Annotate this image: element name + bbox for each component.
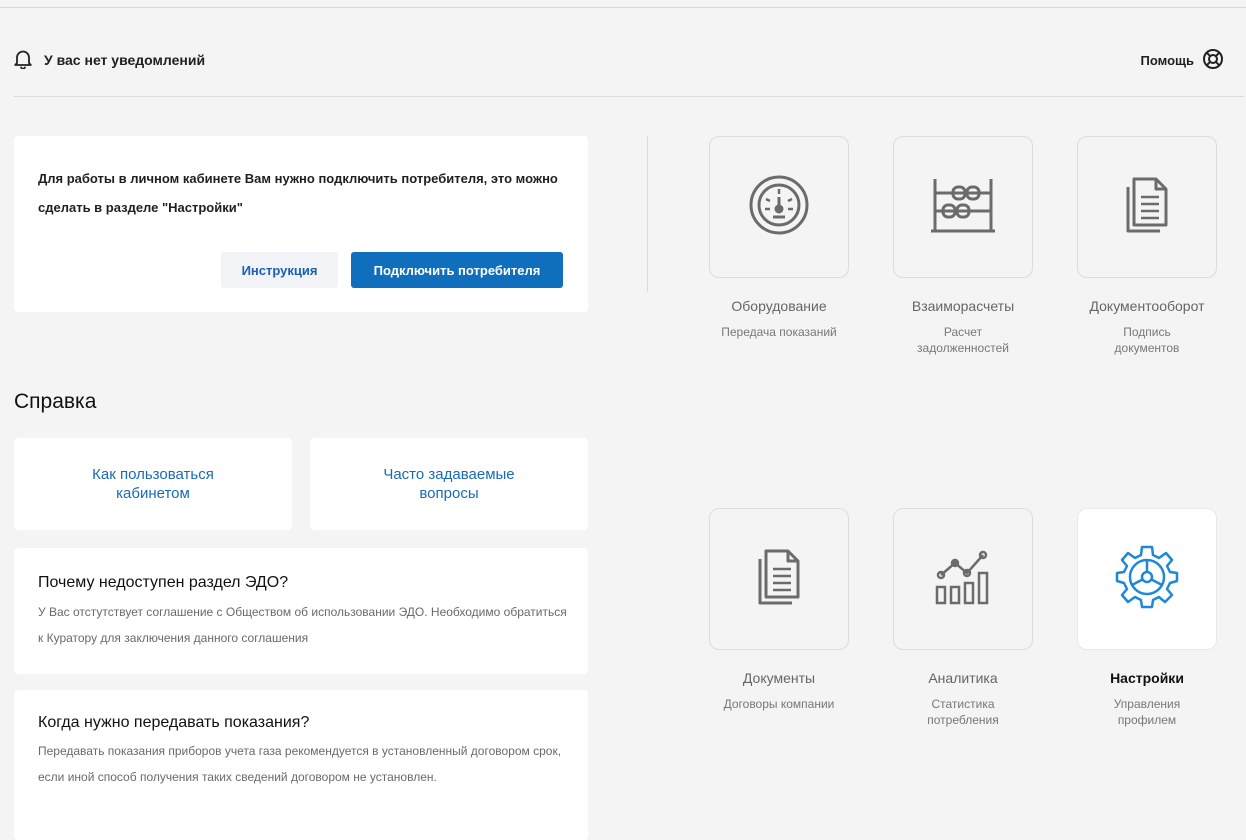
help-link[interactable]: Помощь	[1141, 48, 1234, 73]
how-to-use-link[interactable]: Как пользоваться кабинетом	[14, 438, 292, 530]
faq-link[interactable]: Часто задаваемые вопросы	[310, 438, 588, 530]
tile-icon-box	[1077, 508, 1217, 650]
instruction-button[interactable]: Инструкция	[221, 252, 338, 288]
documents-icon	[754, 547, 804, 612]
tile-icon-box	[709, 508, 849, 650]
documents-icon	[1122, 175, 1172, 240]
tile-icon-box	[1077, 136, 1217, 278]
analytics-icon	[931, 547, 995, 612]
lifebuoy-icon	[1202, 48, 1224, 73]
notifications-text: У вас нет уведомлений	[44, 52, 206, 68]
faq-answer: У Вас отстутствует соглашение с Общество…	[38, 605, 567, 645]
header-divider	[14, 96, 1244, 97]
tile-icon-box	[893, 136, 1033, 278]
faq-card: Когда нужно передавать показания? Переда…	[14, 690, 588, 840]
tile-subtitle: Договоры компании	[723, 697, 835, 711]
tile-title: Документы	[742, 670, 816, 686]
top-border	[0, 0, 1246, 8]
notice-text: Для работы в личном кабинете Вам нужно п…	[38, 171, 558, 215]
tile-title: Взаиморасчеты	[911, 298, 1015, 314]
tile-title: Оборудование	[731, 298, 827, 314]
tile-settings[interactable]: Настройки Управления профилем	[1076, 508, 1218, 728]
tile-subtitle: Передача показаний	[721, 325, 837, 339]
notifications[interactable]: У вас нет уведомлений	[14, 49, 205, 72]
how-to-use-label: Как пользоваться кабинетом	[92, 466, 214, 502]
tile-equipment[interactable]: Оборудование Передача показаний	[708, 136, 850, 340]
gauge-icon	[747, 173, 811, 242]
faq-question: Когда нужно передавать показания?	[38, 714, 310, 731]
tile-documents[interactable]: Документы Договоры компании	[708, 508, 850, 712]
faq-card: Почему недоступен раздел ЭДО? У Вас отст…	[14, 548, 588, 674]
faq-label: Часто задаваемые вопросы	[383, 466, 515, 502]
tile-icon-box	[893, 508, 1033, 650]
tile-analytics[interactable]: Аналитика Статистика потребления	[892, 508, 1034, 728]
tile-subtitle: Подпись документов	[1114, 325, 1180, 355]
help-label: Помощь	[1140, 52, 1194, 68]
gear-icon	[1113, 543, 1181, 616]
connect-consumer-notice: Для работы в личном кабинете Вам нужно п…	[14, 136, 588, 312]
header-bar: У вас нет уведомлений Помощь	[14, 44, 1234, 76]
tile-title: Настройки	[1110, 670, 1184, 686]
bell-icon	[14, 49, 32, 72]
tile-subtitle: Статистика потребления	[927, 697, 999, 727]
tile-title: Аналитика	[928, 670, 998, 686]
abacus-icon	[927, 173, 999, 242]
connect-consumer-button[interactable]: Подключить потребителя	[351, 252, 563, 288]
tile-title: Документооборот	[1089, 298, 1205, 314]
tile-subtitle: Управления профилем	[1113, 697, 1181, 727]
faq-answer: Передавать показания приборов учета газа…	[38, 744, 562, 784]
help-section-title: Справка	[14, 390, 97, 413]
vertical-divider	[647, 136, 648, 292]
faq-question: Почему недоступен раздел ЭДО?	[38, 574, 289, 591]
tile-icon-box	[709, 136, 849, 278]
tile-settlements[interactable]: Взаиморасчеты Расчет задолженностей	[892, 136, 1034, 356]
tile-subtitle: Расчет задолженностей	[917, 325, 1009, 355]
tile-document-flow[interactable]: Документооборот Подпись документов	[1076, 136, 1218, 356]
